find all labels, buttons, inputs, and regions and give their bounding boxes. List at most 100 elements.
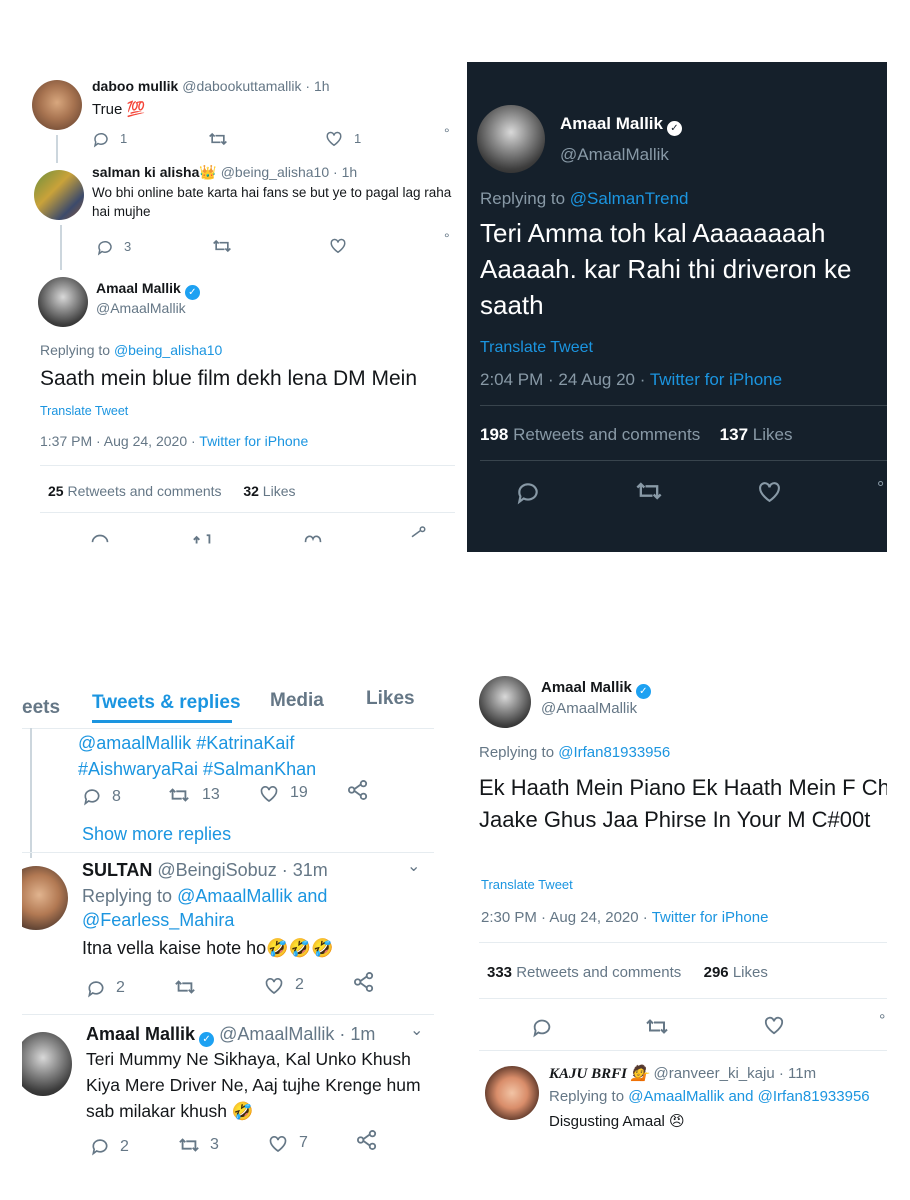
share-icon[interactable] — [409, 526, 427, 540]
user-name[interactable]: daboo mullik — [92, 78, 178, 94]
reply-icon[interactable] — [515, 479, 541, 505]
tab-underline — [92, 720, 232, 723]
like-icon[interactable] — [757, 480, 782, 503]
avatar[interactable] — [32, 80, 82, 130]
reply-icon[interactable] — [82, 786, 102, 806]
user-name[interactable]: KAJU BRFI 💁 — [549, 1066, 649, 1082]
retweet-icon[interactable] — [174, 977, 196, 997]
like-icon[interactable] — [259, 784, 279, 803]
likes-count[interactable]: 137 — [720, 425, 748, 444]
like-icon[interactable] — [303, 532, 323, 544]
retweets-count[interactable]: 333 — [487, 964, 512, 981]
retweet-icon[interactable] — [212, 237, 232, 255]
tweet-header: Amaal Mallik ✓ @AmaalMallik · 1m — [86, 1024, 376, 1047]
share-icon[interactable]: ° — [444, 230, 450, 246]
replying-to: Replying to @SalmanTrend — [480, 189, 689, 208]
avatar[interactable] — [22, 1032, 72, 1096]
user-name[interactable]: Amaal Mallik — [96, 280, 181, 296]
like-icon[interactable] — [329, 237, 347, 254]
user-handle[interactable]: @AmaalMallik — [219, 1024, 334, 1044]
share-icon[interactable] — [347, 780, 369, 800]
reply-icon[interactable] — [90, 532, 110, 544]
user-name[interactable]: Amaal Mallik — [86, 1024, 195, 1044]
thread-line — [56, 135, 58, 163]
user-handle[interactable]: @being_alisha10 — [221, 164, 329, 180]
tweet-meta: 2:04 PM · 24 Aug 20 · Twitter for iPhone — [480, 370, 782, 390]
retweet-icon[interactable] — [645, 1016, 669, 1037]
divider — [480, 460, 887, 461]
user-handle[interactable]: @ranveer_ki_kaju — [654, 1065, 775, 1082]
reply-count: 2 — [120, 1138, 129, 1155]
avatar[interactable] — [477, 105, 545, 173]
translate-link[interactable]: Translate Tweet — [40, 404, 128, 418]
retweets-count[interactable]: 25 — [48, 483, 64, 499]
reply-icon[interactable] — [90, 1136, 110, 1156]
retweet-icon[interactable] — [192, 532, 214, 544]
tab-tweets-replies[interactable]: Tweets & replies — [92, 692, 241, 714]
like-icon[interactable] — [763, 1015, 785, 1035]
avatar[interactable] — [38, 277, 88, 327]
share-icon[interactable] — [353, 972, 375, 992]
show-more-replies[interactable]: Show more replies — [82, 824, 231, 845]
timestamp[interactable]: 1h — [314, 78, 330, 94]
source-link[interactable]: Twitter for iPhone — [199, 433, 308, 449]
likes-count[interactable]: 296 — [704, 964, 729, 981]
user-name[interactable]: Amaal Mallik — [541, 679, 632, 696]
retweet-icon[interactable] — [168, 785, 190, 805]
translate-link[interactable]: Translate Tweet — [481, 877, 573, 892]
mention-link[interactable]: @AmaalMallik and @Irfan81933956 — [628, 1088, 869, 1105]
timestamp[interactable]: 11m — [788, 1065, 816, 1082]
retweet-icon[interactable] — [178, 1135, 200, 1155]
user-name[interactable]: Amaal Mallik — [560, 114, 663, 133]
reply-count: 8 — [112, 788, 121, 805]
user-handle[interactable]: @AmaalMallik — [560, 145, 669, 165]
thread-line — [60, 225, 62, 270]
avatar[interactable] — [22, 866, 68, 930]
user-handle[interactable]: @BeingiSobuz — [157, 860, 276, 880]
chevron-down-icon[interactable]: ⌄ — [407, 856, 420, 876]
translate-link[interactable]: Translate Tweet — [480, 339, 593, 357]
mention-link[interactable]: @being_alisha10 — [114, 342, 222, 358]
share-icon[interactable]: ° — [879, 1012, 885, 1030]
like-icon[interactable] — [268, 1134, 288, 1153]
source-link[interactable]: Twitter for iPhone — [650, 370, 782, 389]
share-icon[interactable]: ° — [444, 125, 450, 141]
tab-likes[interactable]: Likes — [366, 688, 415, 710]
tab-tweets[interactable]: eets — [22, 697, 60, 719]
chevron-down-icon[interactable]: ⌄ — [410, 1020, 423, 1040]
user-handle[interactable]: @dabookuttamallik — [182, 78, 301, 94]
reply-icon[interactable] — [96, 238, 114, 256]
replying-to: Replying to @AmaalMallik and @Fearless_M… — [82, 886, 328, 930]
tweet-text: Disgusting Amaal 😠 — [549, 1113, 685, 1130]
retweet-icon[interactable] — [208, 130, 228, 148]
tab-media[interactable]: Media — [270, 690, 324, 712]
tweet-header: SULTAN @BeingiSobuz · 31m — [82, 860, 328, 880]
user-name[interactable]: salman ki alisha👑 — [92, 164, 217, 180]
avatar[interactable] — [34, 170, 84, 220]
user-handle[interactable]: @AmaalMallik — [96, 300, 186, 316]
source-link[interactable]: Twitter for iPhone — [652, 909, 769, 926]
avatar[interactable] — [479, 676, 531, 728]
like-icon[interactable] — [325, 130, 343, 147]
timestamp[interactable]: 1m — [350, 1024, 375, 1044]
share-icon[interactable]: ° — [877, 478, 884, 499]
likes-count[interactable]: 32 — [243, 483, 259, 499]
timestamp[interactable]: 1h — [342, 164, 358, 180]
reply-count: 3 — [124, 239, 132, 254]
timestamp: 1:37 PM · Aug 24, 2020 · — [40, 433, 196, 449]
screenshot-panel-2: Amaal Mallik ✓ @AmaalMallik Replying to @… — [467, 62, 887, 552]
retweets-count[interactable]: 198 — [480, 425, 508, 444]
avatar[interactable] — [485, 1066, 539, 1120]
reply-icon[interactable] — [86, 978, 106, 998]
retweet-icon[interactable] — [635, 479, 663, 503]
user-handle[interactable]: @AmaalMallik — [541, 700, 637, 717]
user-name[interactable]: SULTAN — [82, 860, 152, 880]
tweet-text: Saath mein blue film dekh lena DM Mein — [40, 367, 418, 390]
timestamp[interactable]: 31m — [293, 860, 328, 880]
reply-icon[interactable] — [531, 1016, 553, 1038]
mention-link[interactable]: @Irfan81933956 — [558, 744, 670, 761]
reply-icon[interactable] — [92, 130, 110, 148]
mention-link[interactable]: @SalmanTrend — [570, 189, 689, 208]
like-icon[interactable] — [264, 976, 284, 995]
share-icon[interactable] — [356, 1130, 378, 1150]
